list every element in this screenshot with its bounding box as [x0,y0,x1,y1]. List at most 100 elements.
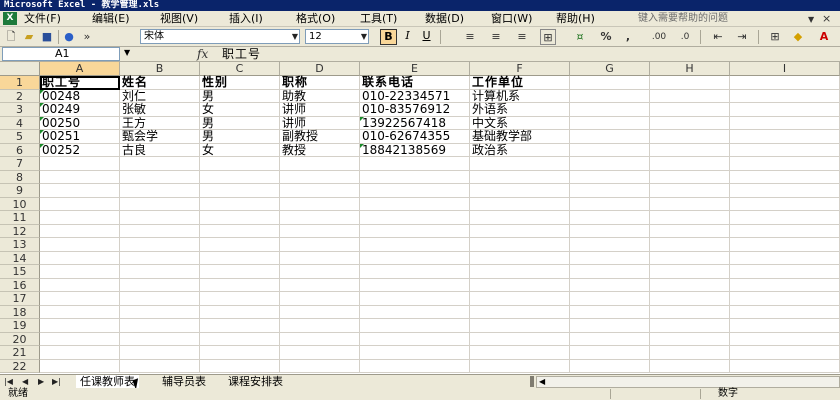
underline-button[interactable]: U [418,29,435,45]
empty-cell[interactable] [470,251,570,265]
empty-cell[interactable] [730,305,840,319]
empty-cell[interactable] [40,197,120,211]
column-header-h[interactable]: H [650,62,730,76]
currency-icon[interactable]: ¤ [570,29,590,45]
empty-cell[interactable] [200,184,280,198]
menu-view[interactable]: 视图(V) [160,12,198,26]
data-cell[interactable]: 00251 [40,130,120,144]
empty-cell[interactable] [730,143,840,157]
row-header[interactable]: 3 [0,103,40,117]
empty-cell[interactable] [650,130,730,144]
data-cell[interactable]: 00252 [40,143,120,157]
empty-cell[interactable] [200,238,280,252]
empty-cell[interactable] [570,130,650,144]
new-document-icon[interactable]: 🗋 [4,29,18,45]
row-header[interactable]: 20 [0,332,40,346]
sheet-tab-counselors[interactable]: 辅导员表 [158,375,210,388]
header-cell[interactable]: 姓名 [120,76,200,90]
empty-cell[interactable] [650,332,730,346]
row-header[interactable]: 12 [0,224,40,238]
empty-cell[interactable] [570,251,650,265]
empty-cell[interactable] [120,224,200,238]
empty-cell[interactable] [360,305,470,319]
help-dropdown-icon[interactable]: ▼ [808,15,814,24]
empty-cell[interactable] [280,238,360,252]
empty-cell[interactable] [360,238,470,252]
empty-cell[interactable] [40,332,120,346]
empty-cell[interactable] [360,224,470,238]
empty-cell[interactable] [650,292,730,306]
row-header[interactable]: 15 [0,265,40,279]
data-cell[interactable]: 男 [200,130,280,144]
empty-cell[interactable] [200,346,280,360]
empty-cell[interactable] [650,346,730,360]
empty-cell[interactable] [360,184,470,198]
empty-cell[interactable] [470,224,570,238]
data-cell[interactable]: 010-62674355 [360,130,470,144]
empty-cell[interactable] [650,143,730,157]
empty-cell[interactable] [120,319,200,333]
percent-button[interactable]: % [598,29,614,45]
empty-cell[interactable] [40,184,120,198]
empty-cell[interactable] [200,251,280,265]
row-header[interactable]: 16 [0,278,40,292]
menu-help[interactable]: 帮助(H) [556,12,595,26]
empty-cell[interactable] [730,130,840,144]
empty-cell[interactable] [200,305,280,319]
empty-cell[interactable] [120,305,200,319]
row-header[interactable]: 9 [0,184,40,198]
empty-cell[interactable] [280,319,360,333]
empty-cell[interactable] [730,157,840,171]
empty-cell[interactable] [470,157,570,171]
close-icon[interactable]: × [822,12,831,25]
open-folder-icon[interactable]: ▰ [22,29,36,45]
chevron-down-icon[interactable]: ▼ [124,48,130,57]
font-name-select[interactable]: 宋体 ▼ [140,29,300,44]
empty-cell[interactable] [570,89,650,103]
data-cell[interactable]: 讲师 [280,116,360,130]
empty-cell[interactable] [570,143,650,157]
fill-color-icon[interactable]: ◆ [790,29,806,45]
data-cell[interactable]: 副教授 [280,130,360,144]
empty-cell[interactable] [360,319,470,333]
header-cell[interactable]: 工作单位 [470,76,570,90]
empty-cell[interactable] [40,346,120,360]
menu-data[interactable]: 数据(D) [425,12,464,26]
borders-icon[interactable]: ⊞ [766,29,784,45]
row-header[interactable]: 2 [0,89,40,103]
empty-cell[interactable] [730,265,840,279]
column-header-b[interactable]: B [120,62,200,76]
empty-cell[interactable] [570,157,650,171]
row-header[interactable]: 11 [0,211,40,225]
save-icon[interactable]: ■ [40,29,54,45]
empty-cell[interactable] [40,224,120,238]
row-header[interactable]: 13 [0,238,40,252]
row-header[interactable]: 21 [0,346,40,360]
empty-cell[interactable] [200,319,280,333]
empty-cell[interactable] [40,359,120,373]
empty-cell[interactable] [570,278,650,292]
font-size-select[interactable]: 12 ▼ [305,29,369,44]
empty-cell[interactable] [570,346,650,360]
font-color-icon[interactable]: A [816,29,832,45]
data-cell[interactable]: 古良 [120,143,200,157]
empty-cell[interactable] [360,157,470,171]
empty-cell[interactable] [650,319,730,333]
menu-window[interactable]: 窗口(W) [491,12,532,26]
empty-cell[interactable] [730,224,840,238]
data-cell[interactable]: 男 [200,116,280,130]
empty-cell[interactable] [200,197,280,211]
data-cell[interactable]: 女 [200,103,280,117]
row-header[interactable]: 10 [0,197,40,211]
empty-cell[interactable] [730,292,840,306]
empty-cell[interactable] [570,103,650,117]
row-header[interactable]: 14 [0,251,40,265]
data-cell[interactable]: 基础教学部 [470,130,570,144]
empty-cell[interactable] [570,332,650,346]
empty-cell[interactable] [650,238,730,252]
bold-button[interactable]: B [380,29,397,45]
empty-cell[interactable] [280,197,360,211]
empty-cell[interactable] [40,251,120,265]
empty-cell[interactable] [120,346,200,360]
empty-cell[interactable] [280,170,360,184]
